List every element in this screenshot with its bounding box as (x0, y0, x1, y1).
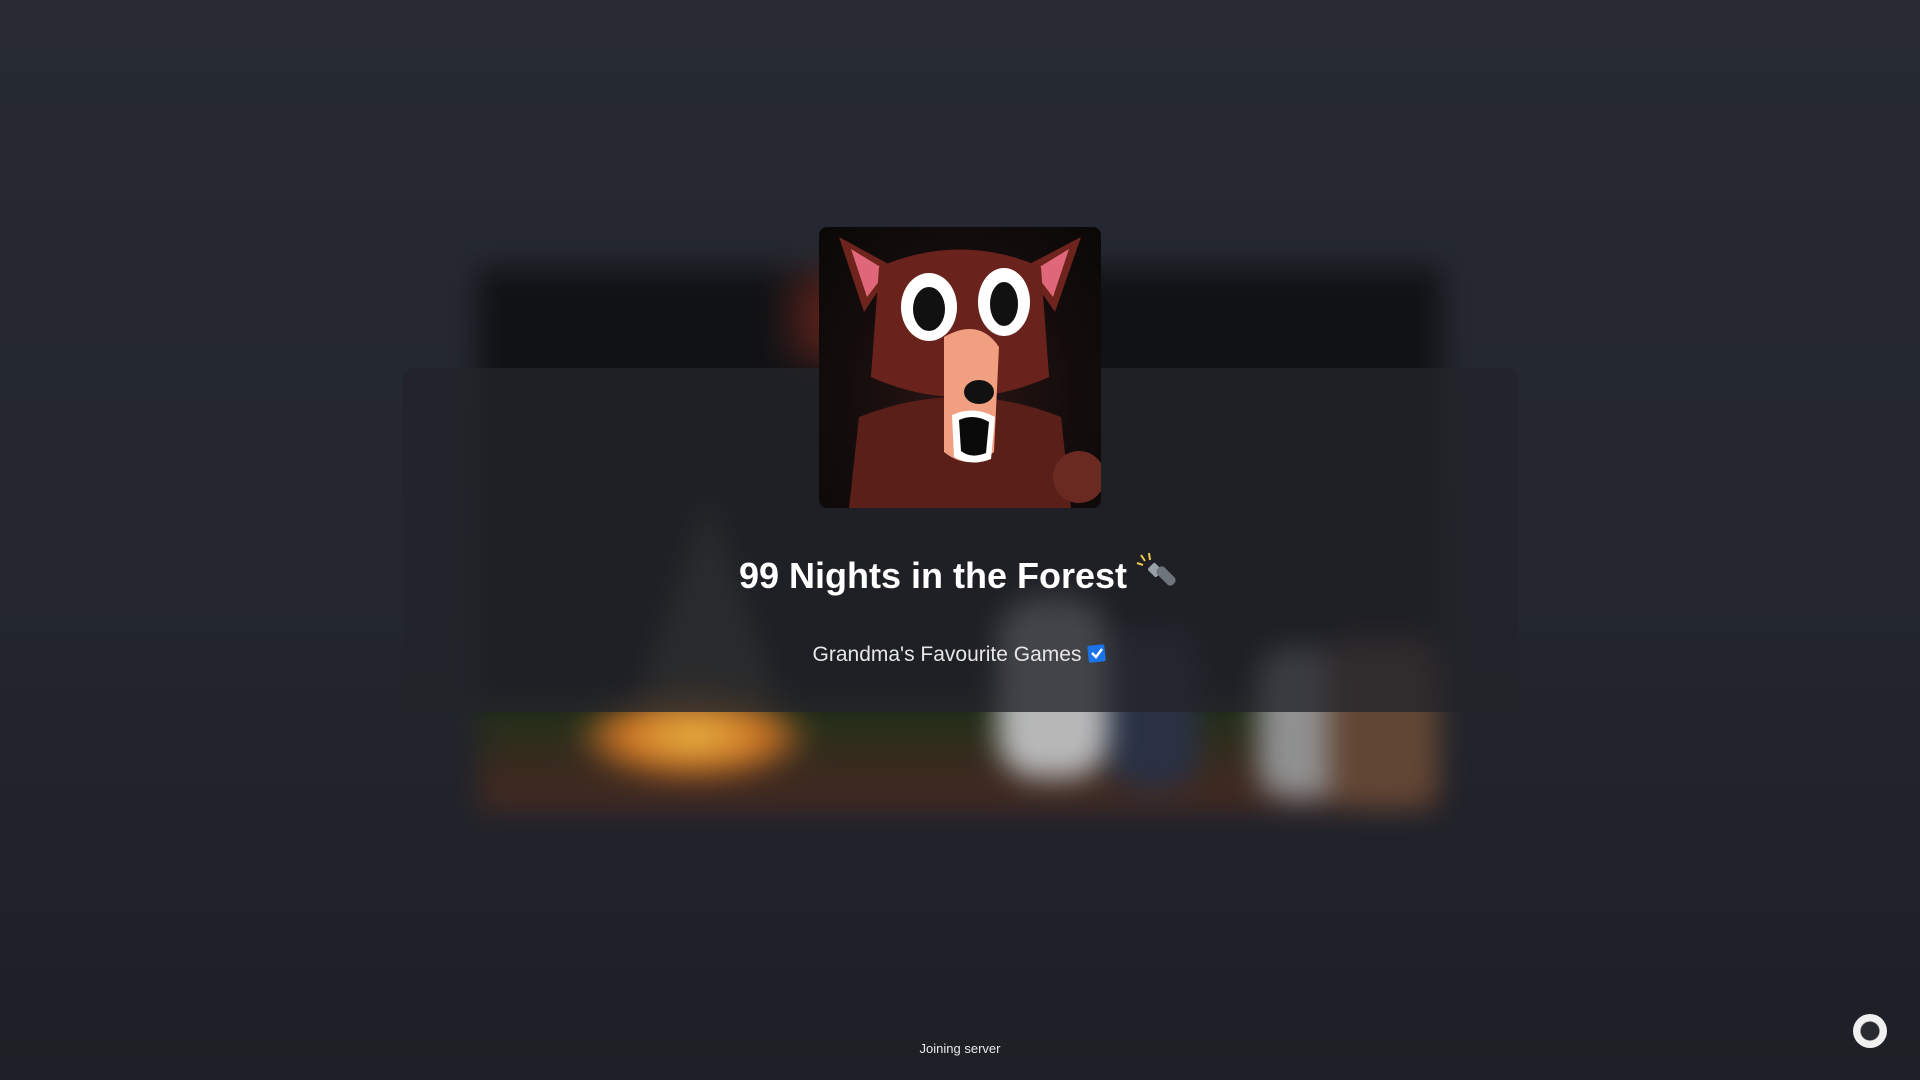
creator-name: Grandma's Favourite Games (0, 640, 1920, 670)
game-title: 99 Nights in the Forest (0, 550, 1920, 602)
creator-name-text: Grandma's Favourite Games (812, 643, 1082, 666)
loading-screen: 99 Nights in the Forest Grandma's Favour… (0, 0, 1920, 1080)
loading-spinner-icon (1853, 1014, 1887, 1048)
verified-badge-icon (1087, 642, 1107, 664)
game-icon (819, 227, 1101, 508)
loading-status-text: Joining server (919, 1041, 1001, 1056)
deer-creature-icon (839, 237, 1101, 508)
game-title-text: 99 Nights in the Forest (738, 555, 1128, 596)
flashlight-icon (1135, 551, 1181, 597)
